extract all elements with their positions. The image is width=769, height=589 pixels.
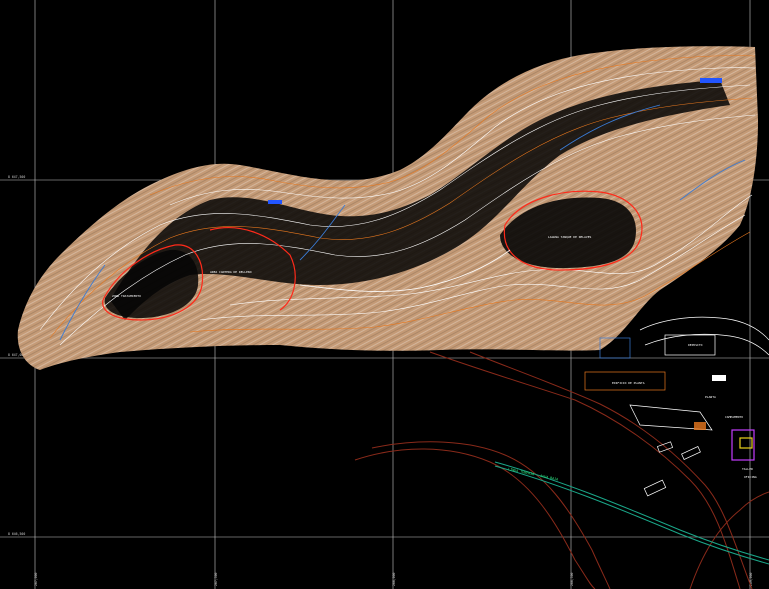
- area-label: AREA CANTERA DE RELLENO: [210, 270, 252, 274]
- grid-x-label: 287,500: [214, 572, 218, 586]
- grid-y-label: 8 646,500: [8, 532, 25, 536]
- structure-label: OFICINA: [744, 475, 757, 479]
- grid-y-label: 8 647,500: [8, 175, 25, 179]
- cad-drawing-canvas: 8 647,500 8 647,000 8 646,500 287,000 28…: [0, 0, 769, 589]
- facility-orange: [694, 422, 706, 430]
- structure-label: CAMPAMENTO: [725, 415, 743, 419]
- water-body: [700, 78, 722, 83]
- grid-x-label: 287,000: [34, 572, 38, 586]
- grid-x-label: 288,000: [392, 572, 396, 586]
- area-label: ZONA TRATAMIENTO: [112, 294, 141, 298]
- structure-label: EDIFICIO DE PLANTA: [612, 381, 645, 385]
- facility-white: [712, 375, 726, 381]
- structure-label: TALLER: [742, 467, 753, 471]
- water-body: [268, 200, 282, 204]
- area-label: LAGUNA TANQUE DE RELAVES: [548, 235, 592, 239]
- area-label: DEPOSITO: [688, 343, 703, 347]
- structure-label: PLANTA: [705, 395, 716, 399]
- grid-x-label: 288,500: [570, 572, 574, 586]
